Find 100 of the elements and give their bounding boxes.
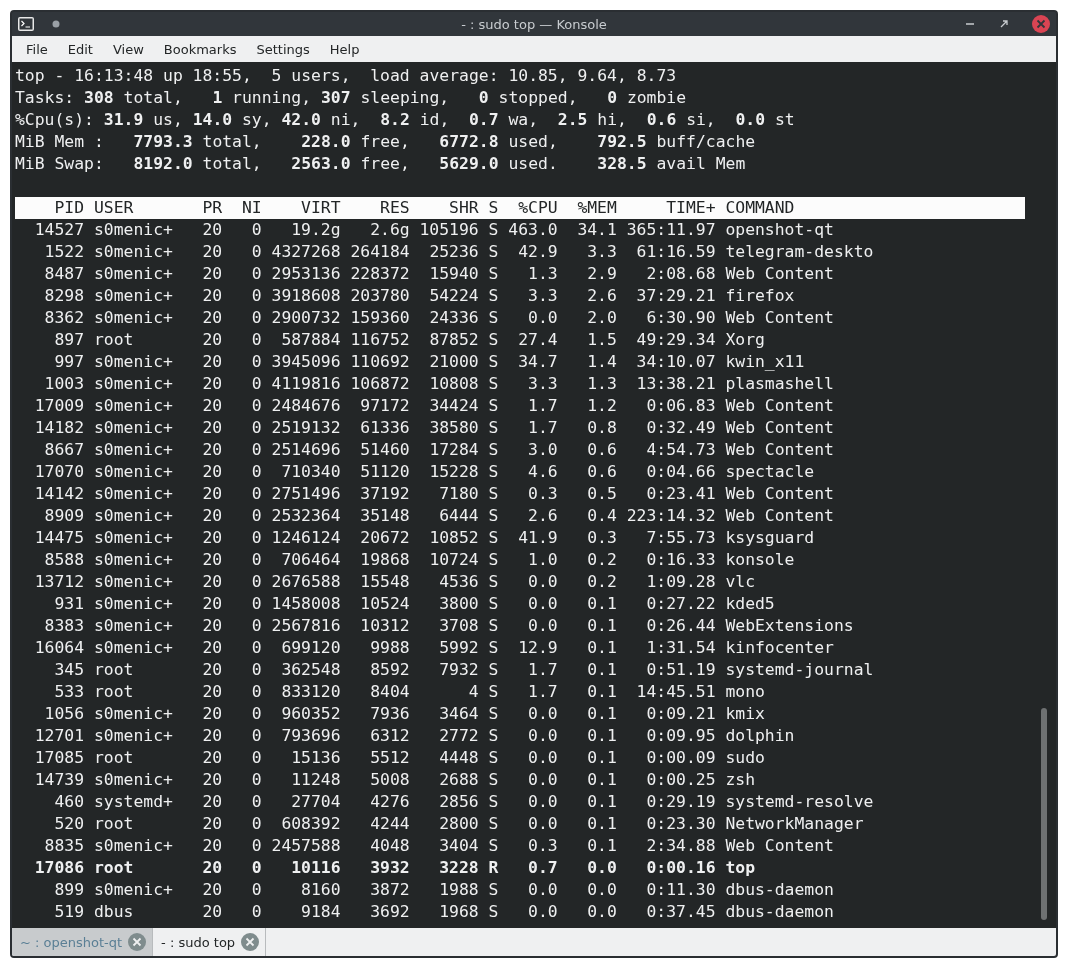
table-cell-text: 8592 [369, 659, 410, 681]
summary-line: MiB Mem : 7793.3 total, 228.0 free, 6772.8 used, 792.5 buff/cache [15, 131, 757, 153]
table-cell-text: 793696 [280, 725, 341, 747]
table-cell-text: 0:26.44 [645, 615, 716, 637]
menu-item[interactable]: Bookmarks [153, 38, 247, 60]
table-cell-text: 8362 [43, 307, 85, 329]
table-cell-text: dbus [92, 901, 135, 923]
summary-line: %Cpu(s): 31.9 us, 14.0 sy, 42.0 ni, 8.2 id, 0.7 wa, 2.5 hi, 0.6 si, 0.0 st [15, 109, 796, 131]
table-cell-text: 0 [250, 813, 262, 835]
table-cell-text: 3800 [438, 593, 479, 615]
terminal-icon [18, 17, 34, 31]
menu-item[interactable]: Help [319, 38, 370, 60]
menu-item[interactable]: View [102, 38, 154, 60]
table-cell-text: 4:54.73 [645, 439, 716, 461]
table-cell-text: 7180 [438, 483, 479, 505]
table-cell-text: 931 [53, 593, 85, 615]
close-icon[interactable] [1032, 15, 1050, 33]
table-cell-text: 0.0 [527, 769, 558, 791]
table-cell-text: 20 [201, 637, 223, 659]
close-tab-icon[interactable] [128, 933, 147, 951]
table-cell-text: 0.0 [527, 571, 558, 593]
table-cell-text: 460 [53, 791, 85, 813]
column-header: RES [379, 197, 410, 219]
table-cell-text: 14739 [33, 769, 85, 791]
table-cell-text: 11248 [290, 769, 341, 791]
table-cell-text: 0 [250, 725, 262, 747]
table-cell-text: 8667 [43, 439, 85, 461]
table-cell-text: 61:16.59 [635, 241, 716, 263]
table-cell-text: 997 [53, 351, 85, 373]
table-cell-text: S [487, 681, 499, 703]
table-cell-text: zsh [724, 769, 755, 791]
menu-item[interactable]: Settings [246, 38, 320, 60]
table-cell-text: 0 [250, 439, 262, 461]
table-cell-text: 9184 [300, 901, 341, 923]
table-cell-text: 7932 [438, 659, 479, 681]
table-cell-text: 0 [250, 461, 262, 483]
table-cell-text: S [487, 637, 499, 659]
table-cell-text: 1.0 [527, 549, 558, 571]
close-tab-icon[interactable] [241, 933, 260, 951]
table-cell-text: 34.1 [576, 219, 617, 241]
table-cell-text: 10116 [290, 857, 341, 879]
table-cell-text: 54224 [428, 285, 479, 307]
table-cell-text: 8383 [43, 615, 85, 637]
table-cell-text: 20 [201, 483, 223, 505]
table-cell-text: Web Content [724, 395, 834, 417]
pin-icon[interactable] [52, 20, 60, 28]
table-cell-text: 12.9 [517, 637, 558, 659]
table-cell-text: 20 [201, 813, 223, 835]
table-cell-text: 10808 [428, 373, 479, 395]
restore-icon[interactable] [998, 18, 1010, 30]
table-cell-text: 20 [201, 285, 223, 307]
column-header: COMMAND [724, 197, 795, 219]
table-cell-text: s0menic+ [92, 351, 174, 373]
table-cell-text: 61336 [359, 417, 410, 439]
table-cell-text: 833120 [280, 681, 341, 703]
table-cell-text: 0:37.45 [645, 901, 716, 923]
table-cell-text: 3.0 [527, 439, 558, 461]
table-cell-text: 0.1 [586, 725, 617, 747]
column-header: %CPU [517, 197, 558, 219]
table-cell-text: 1:09.28 [645, 571, 716, 593]
table-cell-text: konsole [724, 549, 795, 571]
table-cell-text: 3.3 [527, 373, 558, 395]
table-cell-text: dolphin [724, 725, 795, 747]
table-cell-text: S [487, 769, 499, 791]
table-cell-text: 0.7 [527, 857, 558, 879]
table-cell-text: 21000 [428, 351, 479, 373]
table-cell-text: 20 [201, 329, 223, 351]
table-cell-text: 0 [250, 329, 262, 351]
table-cell-text: 0 [250, 659, 262, 681]
table-cell-text: s0menic+ [92, 483, 174, 505]
table-cell-text: 14:45.51 [635, 681, 716, 703]
menu-item[interactable]: File [16, 38, 58, 60]
table-cell-text: 0 [250, 527, 262, 549]
column-header: PID [53, 197, 85, 219]
table-cell-text: 0.1 [586, 791, 617, 813]
table-cell-text: s0menic+ [92, 769, 174, 791]
table-cell-text: 899 [53, 879, 85, 901]
scrollbar-thumb[interactable] [1041, 708, 1047, 920]
table-cell-text: 3872 [369, 879, 410, 901]
table-cell-text: 27.4 [517, 329, 558, 351]
column-header: PR [201, 197, 223, 219]
table-cell-text: s0menic+ [92, 593, 174, 615]
table-cell-text: 3.3 [586, 241, 617, 263]
table-cell-text: 12701 [33, 725, 85, 747]
table-cell-text: Web Content [724, 505, 834, 527]
table-cell-text: 20 [201, 747, 223, 769]
menu-item[interactable]: Edit [57, 38, 103, 60]
table-cell-text: 14475 [33, 527, 85, 549]
table-cell-text: root [92, 659, 135, 681]
table-cell-text: 0.0 [527, 813, 558, 835]
table-cell-text: 20 [201, 417, 223, 439]
table-cell-text: 0.0 [527, 307, 558, 329]
table-cell-text: systemd-resolve [724, 791, 874, 813]
table-cell-text: kded5 [724, 593, 775, 615]
table-cell-text: 223:14.32 [625, 505, 716, 527]
table-cell-text: plasmashell [724, 373, 834, 395]
table-cell-text: s0menic+ [92, 219, 174, 241]
table-cell-text: 710340 [280, 461, 341, 483]
table-cell-text: 0.1 [586, 637, 617, 659]
table-cell-text: 0.0 [586, 901, 617, 923]
